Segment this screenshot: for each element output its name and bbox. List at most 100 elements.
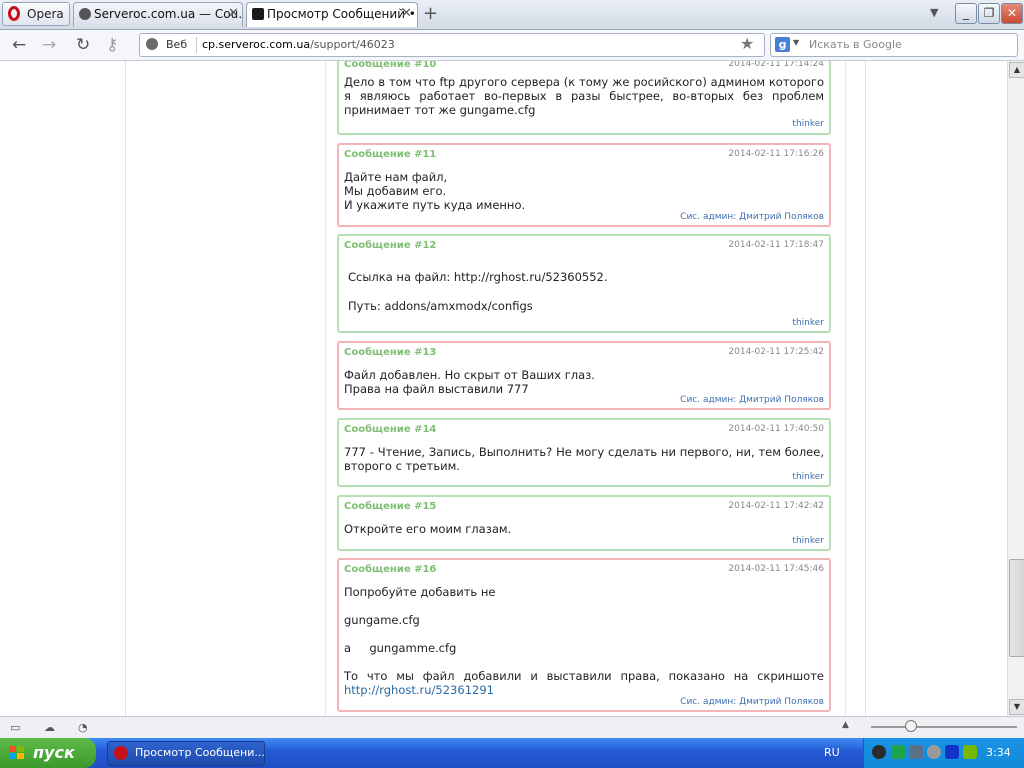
tab-list-icon[interactable]: ▼ (930, 6, 938, 19)
message-author[interactable]: Сис. админ: Дмитрий Поляков (680, 697, 824, 707)
rghost-link[interactable]: http://rghost.ru/52361291 (344, 683, 494, 697)
scroll-down-button[interactable]: ▼ (1009, 699, 1024, 715)
opera-menu-button[interactable]: Opera (2, 2, 70, 26)
message-line: То что мы файл добавили и выставили прав… (344, 669, 824, 697)
divider (865, 61, 866, 716)
message-body: Файл добавлен. Но скрыт от Ваших глаз. П… (344, 368, 824, 396)
message-card: Сообщение #10 2014-02-11 17:14:24 Дело в… (337, 61, 831, 135)
tab-serveroc[interactable]: Serveroc.com.ua — Cou… ✕ (73, 2, 243, 27)
taskbar-item-label: Просмотр Сообщени... (135, 746, 265, 759)
cloud-icon[interactable]: ☁ (44, 721, 58, 734)
address-scheme-label: Веб (166, 38, 188, 51)
bookmark-star-icon[interactable]: ★ (740, 34, 754, 53)
tab-title: Serveroc.com.ua — Cou… (94, 7, 243, 21)
search-placeholder: Искать в Google (809, 38, 902, 51)
key-icon[interactable]: ⚷ (106, 35, 118, 55)
address-url[interactable]: cp.serveroc.com.ua/support/46023 (202, 38, 395, 51)
scroll-up-button[interactable]: ▲ (1009, 62, 1024, 78)
steam-icon[interactable] (872, 745, 886, 759)
zoom-slider-track[interactable] (871, 726, 1017, 728)
google-icon[interactable]: g (775, 37, 790, 52)
back-icon[interactable]: ← (12, 35, 26, 55)
message-title: Сообщение #14 (344, 424, 437, 435)
minimize-button[interactable]: _ (955, 3, 977, 24)
message-date: 2014-02-11 17:40:50 (728, 424, 824, 434)
message-line: gungame.cfg (344, 613, 420, 627)
address-separator (196, 37, 197, 53)
scroll-thumb[interactable] (1009, 559, 1024, 657)
message-author[interactable]: thinker (792, 536, 824, 546)
forward-icon[interactable]: → (42, 35, 56, 55)
taskbar-item-opera[interactable]: Просмотр Сообщени... (107, 741, 265, 766)
media-icon[interactable] (945, 745, 959, 759)
opera-icon (114, 746, 128, 760)
close-tab-icon[interactable]: ✕ (228, 6, 239, 21)
message-line: Попробуйте добавить не (344, 585, 496, 599)
globe-icon (146, 38, 158, 50)
zoom-expand-icon[interactable]: ▲ (842, 720, 856, 732)
panel-toggle-icon[interactable]: ▭ (10, 721, 24, 734)
close-tab-icon[interactable]: ✕ (401, 6, 412, 21)
message-line: Ссылка на файл: http://rghost.ru/5236055… (348, 270, 608, 284)
address-bar[interactable]: Веб cp.serveroc.com.ua/support/46023 ★ (139, 33, 765, 57)
message-body: Дайте нам файл, Мы добавим его. И укажит… (344, 170, 824, 212)
taskbar: пуск Просмотр Сообщени... RU 3:34 (0, 738, 1024, 768)
message-body: Откройте его моим глазам. (344, 522, 512, 536)
start-label: пуск (33, 743, 75, 762)
close-window-button[interactable]: ✕ (1001, 3, 1023, 24)
vertical-scrollbar[interactable]: ▲ ▼ (1007, 61, 1024, 716)
network-icon[interactable] (909, 745, 923, 759)
message-body: Дело в том что ftp другого сервера (к то… (344, 75, 824, 117)
search-field[interactable]: g ▼ Искать в Google (770, 33, 1018, 57)
restore-button[interactable]: ❐ (978, 3, 1000, 24)
message-line: Путь: addons/amxmodx/configs (348, 299, 533, 313)
disk-icon[interactable] (927, 745, 941, 759)
divider (125, 61, 126, 716)
language-indicator[interactable]: RU (824, 746, 840, 759)
message-title: Сообщение #13 (344, 347, 437, 358)
message-date: 2014-02-11 17:45:46 (728, 564, 824, 574)
message-author[interactable]: Сис. админ: Дмитрий Поляков (680, 395, 824, 405)
message-title: Сообщение #16 (344, 564, 437, 575)
url-host: cp.serveroc.com.ua (202, 38, 311, 51)
message-author[interactable]: thinker (792, 119, 824, 129)
message-date: 2014-02-11 17:14:24 (728, 61, 824, 69)
reload-icon[interactable]: ↻ (76, 35, 90, 55)
message-author[interactable]: thinker (792, 318, 824, 328)
message-line: И укажите путь куда именно. (344, 198, 526, 212)
message-card: Сообщение #15 2014-02-11 17:42:42 Открой… (337, 495, 831, 551)
search-engine-dropdown-icon[interactable]: ▼ (793, 38, 799, 47)
message-card: Сообщение #13 2014-02-11 17:25:42 Файл д… (337, 341, 831, 410)
start-button[interactable]: пуск (0, 738, 96, 768)
divider (325, 61, 326, 716)
nvidia-icon[interactable] (963, 745, 977, 759)
url-path: /support/46023 (310, 38, 395, 51)
speedometer-icon[interactable]: ◔ (78, 721, 92, 734)
message-author[interactable]: Сис. админ: Дмитрий Поляков (680, 212, 824, 222)
navigation-bar: ← → ↻ ⚷ Веб cp.serveroc.com.ua/support/4… (0, 30, 1024, 61)
icq-icon[interactable] (891, 745, 905, 759)
tab-messages[interactable]: Просмотр Сообщений • … ✕ (246, 2, 418, 27)
windows-flag-icon (9, 746, 24, 759)
message-line: Мы добавим его. (344, 184, 447, 198)
message-body: Попробуйте добавить не gungame.cfg а gun… (344, 585, 824, 697)
message-card: Сообщение #14 2014-02-11 17:40:50 777 - … (337, 418, 831, 487)
zoom-slider-knob[interactable] (905, 720, 917, 732)
message-title: Сообщение #10 (344, 61, 437, 70)
message-line: Дайте нам файл, (344, 170, 448, 184)
new-tab-icon[interactable]: + (423, 3, 438, 24)
message-title: Сообщение #15 (344, 501, 437, 512)
user-icon (79, 8, 91, 20)
message-title: Сообщение #12 (344, 240, 437, 251)
message-line: Права на файл выставили 777 (344, 382, 529, 396)
tab-bar: Opera Serveroc.com.ua — Cou… ✕ Просмотр … (0, 0, 1024, 30)
message-date: 2014-02-11 17:42:42 (728, 501, 824, 511)
message-card: Сообщение #16 2014-02-11 17:45:46 Попроб… (337, 558, 831, 712)
opera-menu-label: Opera (27, 7, 64, 21)
message-card: Сообщение #11 2014-02-11 17:16:26 Дайте … (337, 143, 831, 227)
page-content: Сообщение #10 2014-02-11 17:14:24 Дело в… (0, 61, 1007, 716)
message-text: То что мы файл добавили и выставили прав… (344, 669, 824, 683)
message-body: Ссылка на файл: http://rghost.ru/5236055… (348, 270, 824, 313)
message-line: Файл добавлен. Но скрыт от Ваших глаз. (344, 368, 595, 382)
message-author[interactable]: thinker (792, 472, 824, 482)
